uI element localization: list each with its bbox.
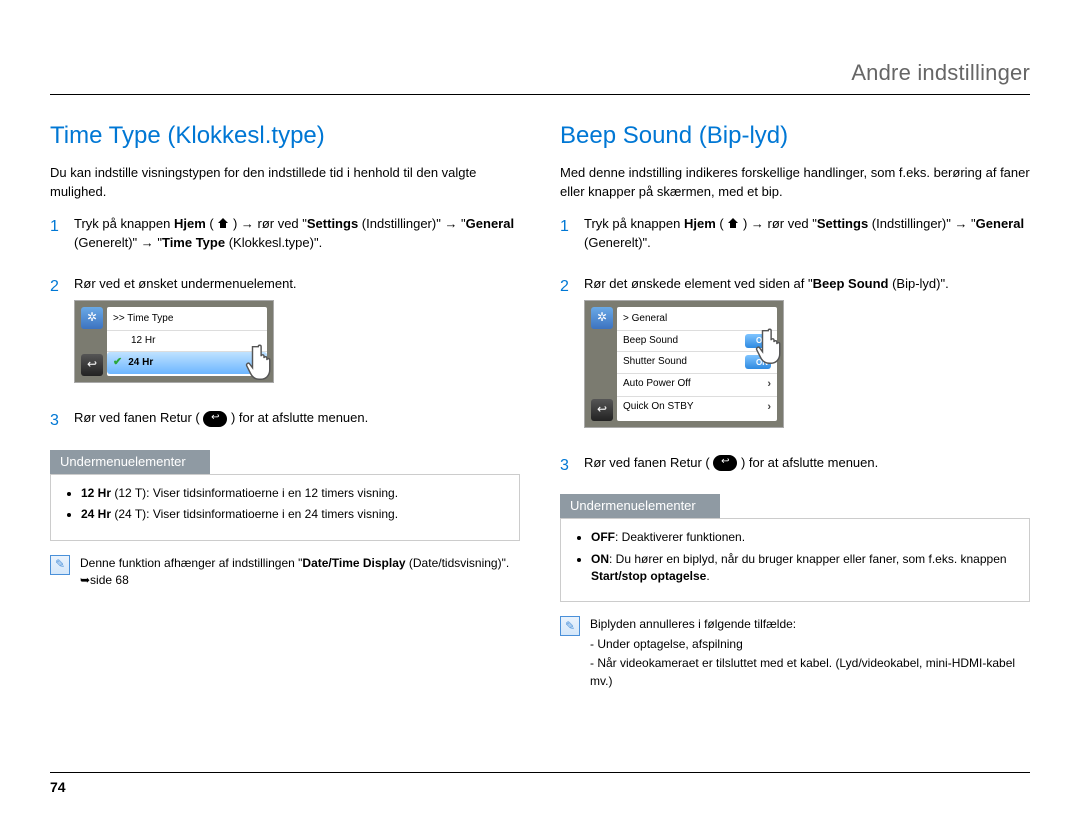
row-autopower: Auto Power Off› [617, 374, 777, 397]
intro-time-type: Du kan indstille visningstypen for den i… [50, 164, 520, 202]
step-num: 1 [560, 215, 574, 259]
submenu-heading: Undermenuelementer [560, 494, 720, 519]
home-icon [217, 216, 229, 235]
submenu-box: 12 Hr (12 T): Viser tidsinformatioerne i… [50, 474, 520, 541]
note-icon: ✎ [560, 616, 580, 636]
return-icon: ↩ [203, 411, 227, 427]
step-1: Tryk på knappen Hjem ( ) → rør ved "Sett… [584, 215, 1030, 259]
col-time-type: Time Type (Klokkesl.type) Du kan indstil… [50, 119, 520, 692]
screenshot-beep: ✲ ↩ > General Beep SoundON Shutter Sound… [584, 300, 784, 427]
return-icon: ↩ [81, 354, 103, 376]
return-icon: ↩ [591, 399, 613, 421]
submenu-heading: Undermenuelementer [50, 450, 210, 475]
step-2: Rør det ønskede element ved siden af "Be… [584, 275, 1030, 437]
note-text: Biplyden annulleres i følgende tilfælde:… [590, 616, 1030, 692]
screenshot-time-type: ✲ ↩ >> Time Type 12 Hr ✔24 Hr [74, 300, 274, 383]
heading-time-type: Time Type (Klokkesl.type) [50, 119, 520, 154]
col-beep-sound: Beep Sound (Bip-lyd) Med denne indstilli… [560, 119, 1030, 692]
step-num: 2 [560, 275, 574, 437]
step-num: 2 [50, 275, 64, 393]
intro-beep-sound: Med denne indstilling indikeres forskell… [560, 164, 1030, 202]
step-3: Rør ved fanen Retur ( ↩ ) for at afslutt… [74, 409, 520, 434]
home-icon [727, 216, 739, 235]
chevron-right-icon: › [767, 400, 771, 416]
submenu-item: OFF: Deaktiverer funktionen. [591, 529, 1015, 546]
step-num: 3 [560, 454, 574, 479]
step-num: 1 [50, 215, 64, 259]
submenu-item: ON: Du hører en biplyd, når du bruger kn… [591, 551, 1015, 586]
check-icon: ✔ [113, 355, 122, 371]
submenu-item: 12 Hr (12 T): Viser tidsinformatioerne i… [81, 485, 505, 502]
step-3: Rør ved fanen Retur ( ↩ ) for at afslutt… [584, 454, 1030, 479]
gear-icon: ✲ [81, 307, 103, 329]
running-header: Andre indstillinger [50, 60, 1030, 95]
chevron-right-icon: › [767, 377, 771, 393]
submenu-box: OFF: Deaktiverer funktionen. ON: Du høre… [560, 518, 1030, 602]
note-text: Denne funktion afhænger af indstillingen… [80, 555, 520, 592]
pointer-hand-icon [751, 323, 797, 369]
row-quickon: Quick On STBY› [617, 397, 777, 419]
submenu-item: 24 Hr (24 T): Viser tidsinformatioerne i… [81, 506, 505, 523]
gear-icon: ✲ [591, 307, 613, 329]
pointer-hand-icon [241, 339, 287, 385]
page-number: 74 [50, 772, 1030, 795]
step-num: 3 [50, 409, 64, 434]
screen-crumb: >> Time Type [107, 309, 267, 331]
heading-beep-sound: Beep Sound (Bip-lyd) [560, 119, 1030, 154]
step-1: Tryk på knappen Hjem ( ) → rør ved "Sett… [74, 215, 520, 259]
step-2: Rør ved et ønsket undermenuelement. ✲ ↩ … [74, 275, 520, 393]
return-icon: ↩ [713, 455, 737, 471]
note-icon: ✎ [50, 555, 70, 575]
